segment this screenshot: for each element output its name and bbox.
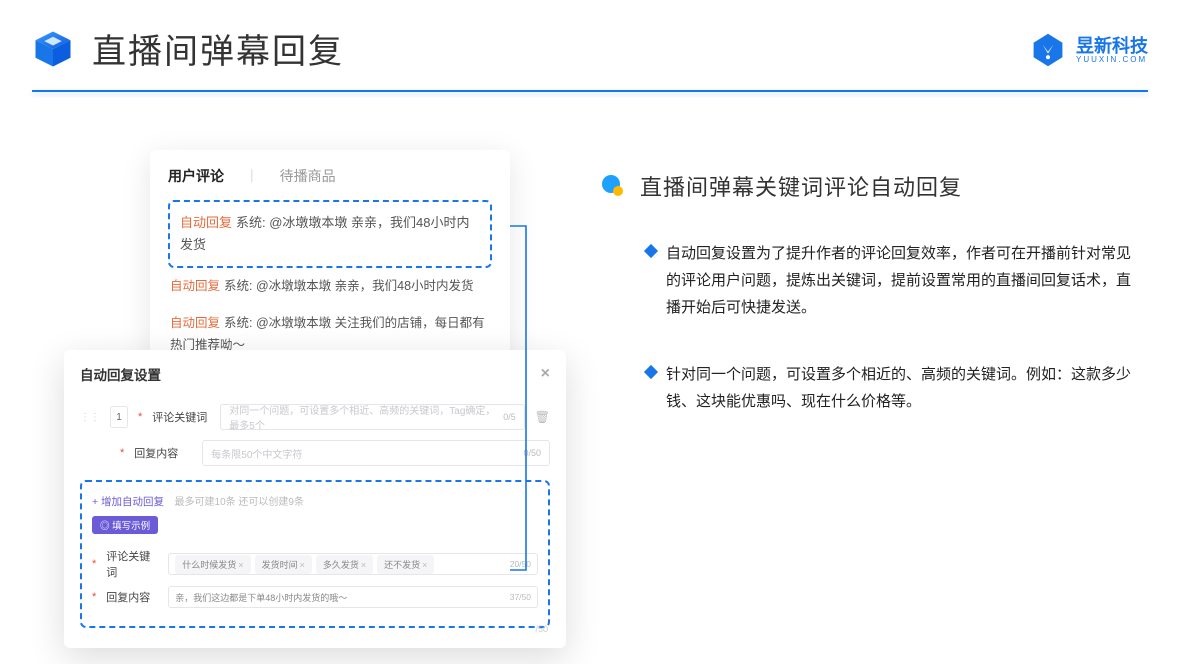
auto-reply-tag: 自动回复 [170, 316, 220, 330]
add-hint: 最多可建10条 还可以创建9条 [175, 497, 304, 508]
auto-reply-settings-modal: 自动回复设置 × ⋮⋮ 1 * 评论关键词 对同一个问题，可设置多个相近、高频的… [64, 350, 566, 648]
bullet-text: 针对同一个问题，可设置多个相近的、高频的关键词。例如：这款多少钱、这块能优惠吗、… [666, 361, 1140, 415]
page-header: 直播间弹幕回复 昱新科技 YUUXIN.COM [32, 24, 1148, 84]
diamond-icon [644, 365, 658, 379]
comment-row: 自动回复系统: @冰墩墩本墩 亲亲，我们48小时内发货 [168, 268, 492, 305]
rule-index: 1 [110, 406, 128, 428]
example-keyword-input[interactable]: 什么时候发货× 发货时间×多久发货×还不发货× 20/50 [168, 553, 538, 575]
example-keyword-label: 评论关键词 [106, 548, 158, 580]
diamond-icon [644, 244, 658, 258]
example-pill: ◎ 填写示例 [92, 516, 158, 534]
section-title: 直播间弹幕关键词评论自动回复 [640, 170, 962, 202]
keyword-label: 评论关键词 [152, 409, 210, 425]
tab-pending-products[interactable]: 待播商品 [280, 166, 336, 186]
auto-reply-tag: 自动回复 [180, 215, 232, 230]
reply-placeholder: 每条限50个中文字符 [211, 446, 302, 461]
bullet-item: 针对同一个问题，可设置多个相近的、高频的关键词。例如：这款多少钱、这块能优惠吗、… [646, 361, 1140, 415]
page-title: 直播间弹幕回复 [92, 24, 344, 73]
required-star-icon: * [92, 591, 96, 603]
keyword-input[interactable]: 对同一个问题，可设置多个相近、高频的关键词，Tag确定，最多5个 0/5 [220, 404, 524, 430]
keyword-count: 0/5 [503, 412, 516, 422]
close-icon[interactable]: × [541, 365, 550, 383]
tab-user-comments[interactable]: 用户评论 [168, 166, 224, 186]
example-keyword-row: * 评论关键词 什么时候发货× 发货时间×多久发货×还不发货× 20/50 [92, 548, 538, 580]
keyword-placeholder: 对同一个问题，可设置多个相近、高频的关键词，Tag确定，最多5个 [229, 402, 503, 432]
example-reply-row: * 回复内容 亲，我们这边都是下单48小时内发货的哦～ 37/50 [92, 586, 538, 608]
chip[interactable]: 什么时候发货× [175, 555, 250, 574]
example-reply-label: 回复内容 [106, 589, 158, 605]
example-reply-input[interactable]: 亲，我们这边都是下单48小时内发货的哦～ 37/50 [168, 586, 538, 608]
chip-remove-icon[interactable]: × [422, 560, 427, 570]
bullet-item: 自动回复设置为了提升作者的评论回复效率，作者可在开播前针对常见的评论用户问题，提… [646, 240, 1140, 321]
chip-remove-icon[interactable]: × [238, 560, 243, 570]
required-star-icon: * [120, 447, 124, 459]
chip-remove-icon[interactable]: × [300, 560, 305, 570]
comment-text: 系统: @冰墩墩本墩 亲亲，我们48小时内发货 [224, 279, 474, 293]
description-column: 直播间弹幕关键词评论自动回复 自动回复设置为了提升作者的评论回复效率，作者可在开… [600, 170, 1140, 455]
example-reply-text: 亲，我们这边都是下单48小时内发货的哦～ [175, 591, 347, 604]
required-star-icon: * [92, 558, 96, 570]
form-row-reply: * 回复内容 每条限50个中文字符 0/50 [80, 440, 550, 466]
bullet-text: 自动回复设置为了提升作者的评论回复效率，作者可在开播前针对常见的评论用户问题，提… [666, 240, 1140, 321]
chip[interactable]: 发货时间× [255, 555, 312, 574]
brand-logo-icon [1030, 32, 1066, 68]
screenshot-column: 用户评论 | 待播商品 自动回复系统: @冰墩墩本墩 亲亲，我们48小时内发货 … [60, 150, 570, 630]
comment-row-highlight: 自动回复系统: @冰墩墩本墩 亲亲，我们48小时内发货 [168, 200, 492, 268]
trash-icon[interactable]: 🗑 [535, 410, 550, 424]
reply-label: 回复内容 [134, 445, 192, 461]
header-divider [32, 90, 1148, 92]
required-star-icon: * [138, 411, 142, 423]
example-block: + 增加自动回复 最多可建10条 还可以创建9条 ◎ 填写示例 * 评论关键词 … [80, 480, 550, 628]
tabs: 用户评论 | 待播商品 [168, 166, 492, 186]
brand-block: 昱新科技 YUUXIN.COM [1030, 32, 1148, 68]
cube-icon [32, 28, 74, 70]
brand-subtitle: YUUXIN.COM [1076, 55, 1148, 64]
chip[interactable]: 多久发货× [316, 555, 373, 574]
modal-title: 自动回复设置 [80, 364, 161, 384]
example-keyword-count: 20/50 [510, 559, 531, 569]
stray-count: /50 [535, 624, 548, 634]
tab-separator: | [250, 166, 254, 186]
add-auto-reply-link[interactable]: + 增加自动回复 [92, 496, 164, 508]
drag-handle-icon[interactable]: ⋮⋮ [80, 412, 100, 423]
auto-reply-tag: 自动回复 [170, 279, 220, 293]
reply-count: 0/50 [523, 448, 541, 458]
chip[interactable]: 还不发货× [377, 555, 434, 574]
chip-container: 什么时候发货× 发货时间×多久发货×还不发货× [175, 555, 434, 574]
form-row-keyword: ⋮⋮ 1 * 评论关键词 对同一个问题，可设置多个相近、高频的关键词，Tag确定… [80, 404, 550, 430]
example-reply-count: 37/50 [510, 592, 531, 602]
section-bullet-icon [600, 173, 626, 199]
chip-remove-icon[interactable]: × [361, 560, 366, 570]
reply-input[interactable]: 每条限50个中文字符 0/50 [202, 440, 550, 466]
brand-name: 昱新科技 [1076, 37, 1148, 55]
